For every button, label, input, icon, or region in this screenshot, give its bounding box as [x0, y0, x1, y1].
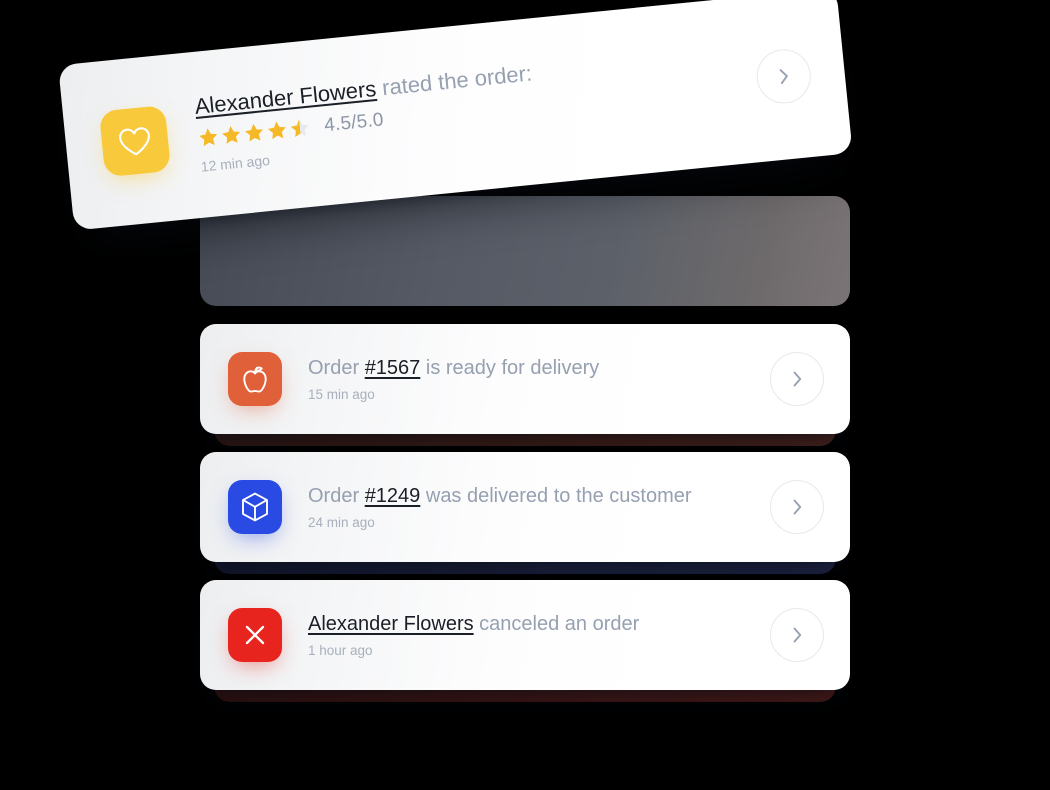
timestamp: 24 min ago [308, 515, 375, 530]
star-icon-filled [267, 121, 286, 140]
star-rating [197, 117, 312, 149]
open-notification-button-ready[interactable] [770, 352, 824, 406]
star-icon-filled [245, 124, 263, 142]
star-icon-filled [222, 126, 241, 145]
open-notification-button-delivered[interactable] [770, 480, 824, 534]
open-notification-button-rating[interactable] [754, 46, 814, 106]
timestamp: 1 hour ago [308, 643, 373, 658]
notification-card-canceled[interactable]: Alexander Flowers canceled an order 1 ho… [200, 580, 850, 690]
open-notification-button-canceled[interactable] [770, 608, 824, 662]
order-link[interactable]: #1249 [365, 485, 421, 507]
card-headline: Alexander Flowers canceled an order [308, 612, 770, 637]
close-x-icon [228, 608, 282, 662]
chevron-right-icon [793, 627, 801, 643]
card-text-block: Alexander Flowers rated the order: 4.5/5… [193, 38, 760, 175]
chevron-right-icon [793, 371, 801, 387]
headline-prefix: Order [308, 357, 365, 379]
star-icon-half [290, 119, 309, 138]
card-text-block: Order #1249 was delivered to the custome… [308, 484, 770, 530]
headline-rest: rated the order: [374, 60, 534, 102]
notification-card-delivered[interactable]: Order #1249 was delivered to the custome… [200, 452, 850, 562]
heart-icon [98, 105, 172, 178]
headline-rest: is ready for delivery [420, 357, 600, 379]
rating-value: 4.5/5.0 [323, 109, 385, 136]
order-link[interactable]: #1567 [365, 357, 421, 379]
notification-stack: Order #1567 is ready for delivery 15 min… [0, 0, 1050, 790]
apple-icon [228, 352, 282, 406]
card-headline: Order #1249 was delivered to the custome… [308, 484, 770, 509]
notification-card-ready[interactable]: Order #1567 is ready for delivery 15 min… [200, 324, 850, 434]
chevron-right-icon [793, 499, 801, 515]
headline-rest: canceled an order [473, 613, 640, 635]
card-headline: Order #1567 is ready for delivery [308, 356, 770, 381]
card-text-block: Order #1567 is ready for delivery 15 min… [308, 356, 770, 402]
headline-rest: was delivered to the customer [420, 485, 692, 507]
timestamp: 15 min ago [308, 387, 375, 402]
stacked-card-behind-rating [200, 196, 850, 306]
headline-prefix: Order [308, 485, 365, 507]
chevron-right-icon [779, 69, 788, 85]
card-text-block: Alexander Flowers canceled an order 1 ho… [308, 612, 770, 658]
package-box-icon [228, 480, 282, 534]
star-icon-filled [199, 128, 218, 147]
customer-link[interactable]: Alexander Flowers [308, 613, 474, 635]
